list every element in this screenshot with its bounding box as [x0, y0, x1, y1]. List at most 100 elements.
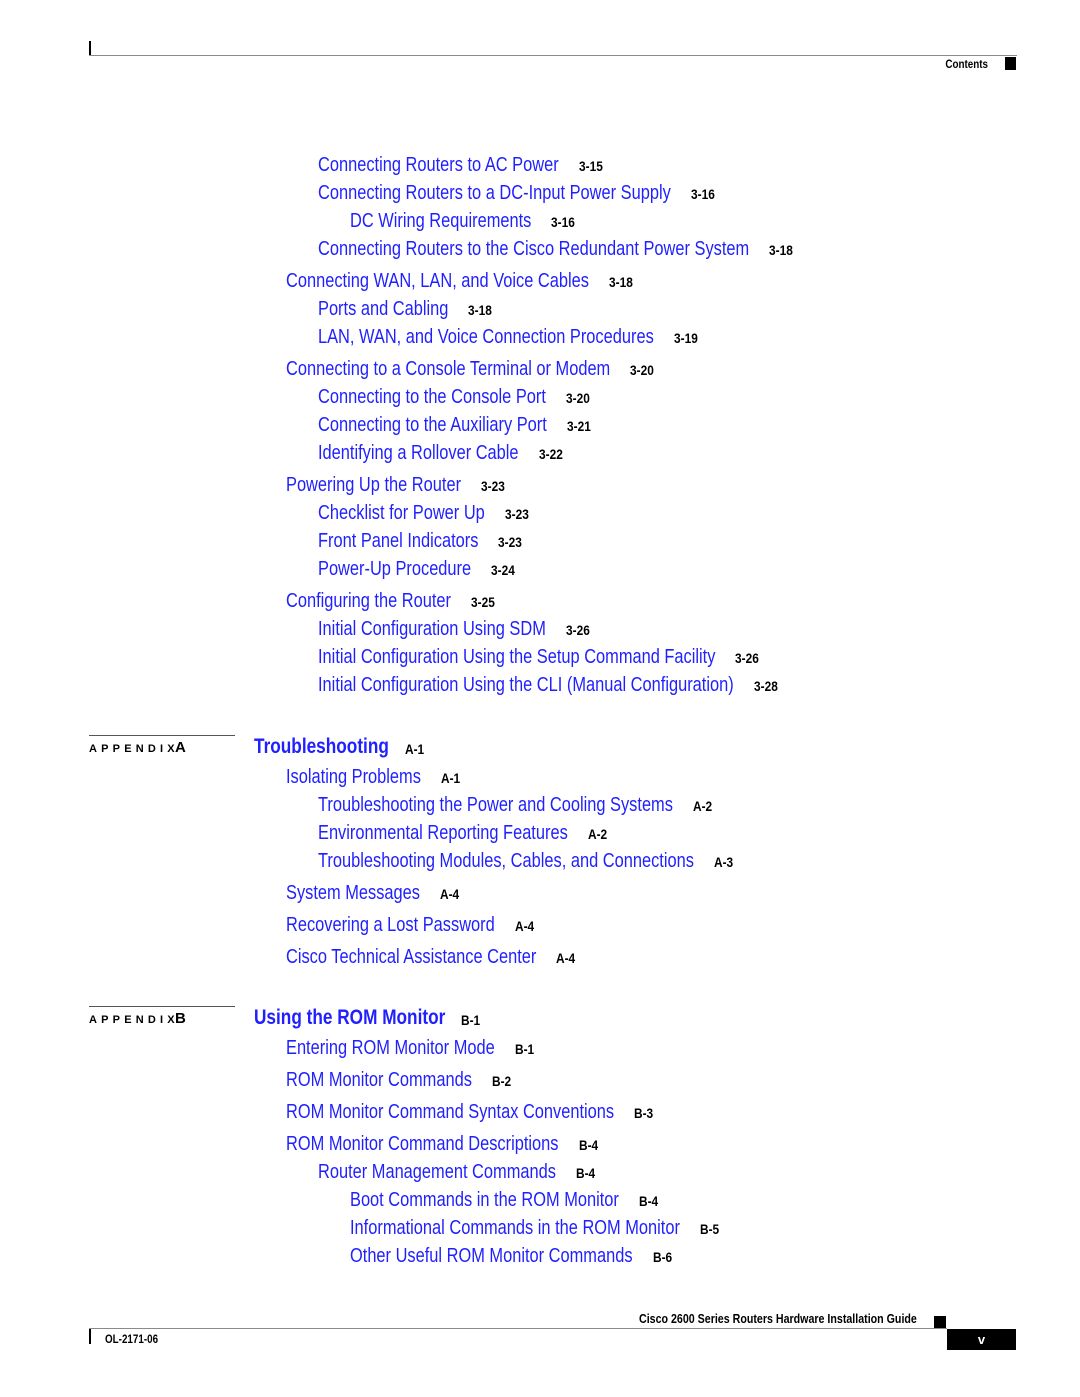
appendix-a-label: APPENDIX	[89, 743, 179, 755]
toc-entry-title-link[interactable]: ROM Monitor Command Descriptions	[286, 1134, 559, 1154]
toc-entry-page-number: A-4	[440, 886, 460, 902]
toc-entry[interactable]: Initial Configuration Using SDM 3-26	[318, 619, 596, 639]
toc-entry-title-link[interactable]: Entering ROM Monitor Mode	[286, 1038, 495, 1058]
toc-entry-title-link[interactable]: ROM Monitor Command Syntax Conventions	[286, 1102, 614, 1122]
toc-entry-title-link[interactable]: Connecting Routers to the Cisco Redundan…	[318, 239, 749, 259]
toc-entry[interactable]: ROM Monitor Commands B-2	[286, 1070, 513, 1090]
toc-entry-page-number: A-1	[441, 770, 461, 786]
toc-entry[interactable]: Front Panel Indicators 3-23	[318, 531, 522, 551]
toc-entry-title-link[interactable]: Recovering a Lost Password	[286, 915, 495, 935]
toc-entry[interactable]: Ports and Cabling 3-18	[318, 299, 492, 319]
toc-entry[interactable]: Cisco Technical Assistance Center A-4	[286, 947, 591, 967]
toc-entry-title-link[interactable]: Powering Up the Router	[286, 475, 461, 495]
toc-entry[interactable]: Other Useful ROM Monitor Commands B-6	[350, 1246, 695, 1266]
appendix-a-title-link[interactable]: Troubleshooting	[254, 735, 389, 759]
toc-entry-page-number: B-3	[634, 1105, 654, 1121]
toc-entry-page-number: B-2	[492, 1073, 512, 1089]
toc-entry-page-number: B-1	[515, 1041, 535, 1057]
toc-entry-title-link[interactable]: LAN, WAN, and Voice Connection Procedure…	[318, 327, 654, 347]
toc-entry-page-number: 3-16	[551, 214, 575, 230]
toc-entry[interactable]: Power-Up Procedure 3-24	[318, 559, 515, 579]
toc-entry-title-link[interactable]: Ports and Cabling	[318, 299, 448, 319]
toc-entry-page-number: A-3	[714, 854, 734, 870]
appendix-a-letter: A	[175, 739, 186, 756]
toc-entry-page-number: 3-23	[498, 534, 522, 550]
toc-entry[interactable]: Connecting to the Console Port 3-20	[318, 387, 596, 407]
toc-entry-title-link[interactable]: ROM Monitor Commands	[286, 1070, 472, 1090]
toc-entry-title-link[interactable]: Initial Configuration Using the CLI (Man…	[318, 675, 734, 695]
header-section-label: Contents	[945, 57, 988, 71]
toc-entry-page-number: B-4	[579, 1137, 599, 1153]
toc-entry-page-number: 3-23	[481, 478, 505, 494]
toc-entry-title-link[interactable]: Connecting WAN, LAN, and Voice Cables	[286, 271, 589, 291]
toc-entry-page-number: 3-18	[769, 242, 793, 258]
toc-entry-title-link[interactable]: Initial Configuration Using SDM	[318, 619, 546, 639]
toc-entry-title-link[interactable]: Connecting to a Console Terminal or Mode…	[286, 359, 610, 379]
toc-entry-title-link[interactable]: Isolating Problems	[286, 767, 421, 787]
toc-entry-page-number: 3-23	[505, 506, 529, 522]
toc-entry[interactable]: Connecting Routers to the Cisco Redundan…	[318, 239, 844, 259]
toc-entry[interactable]: LAN, WAN, and Voice Connection Procedure…	[318, 327, 727, 347]
toc-entry[interactable]: Troubleshooting Modules, Cables, and Con…	[318, 851, 776, 871]
toc-entry[interactable]: Configuring the Router 3-25	[286, 591, 495, 611]
toc-entry[interactable]: Connecting Routers to AC Power 3-15	[318, 155, 612, 175]
appendix-b-title-link[interactable]: Using the ROM Monitor	[254, 1006, 445, 1030]
toc-entry-title-link[interactable]: System Messages	[286, 883, 420, 903]
toc-entry-title-link[interactable]: Environmental Reporting Features	[318, 823, 568, 843]
toc-entry[interactable]: Connecting to a Console Terminal or Mode…	[286, 359, 681, 379]
footer-tick-mark	[89, 1329, 91, 1344]
toc-entry-title-link[interactable]: Checklist for Power Up	[318, 503, 485, 523]
toc-entry[interactable]: ROM Monitor Command Syntax Conventions B-…	[286, 1102, 686, 1122]
toc-entry[interactable]: Checklist for Power Up 3-23	[318, 503, 529, 523]
toc-entry[interactable]: Entering ROM Monitor Mode B-1	[286, 1038, 541, 1058]
toc-entry-title-link[interactable]: Connecting Routers to a DC-Input Power S…	[318, 183, 671, 203]
toc-entry-title-link[interactable]: Connecting to the Auxiliary Port	[318, 415, 547, 435]
toc-entry-title-link[interactable]: Initial Configuration Using the Setup Co…	[318, 647, 715, 667]
toc-entry-title-link[interactable]: DC Wiring Requirements	[350, 211, 531, 231]
toc-entry-page-number: A-2	[693, 798, 713, 814]
toc-entry[interactable]: Environmental Reporting Features A-2	[318, 823, 623, 843]
toc-entry-page-number: 3-18	[468, 302, 492, 318]
toc-entry-page-number: 3-20	[630, 362, 654, 378]
appendix-b-label: APPENDIX	[89, 1014, 179, 1026]
toc-entry[interactable]: Boot Commands in the ROM Monitor B-4	[350, 1190, 678, 1210]
toc-entry-title-link[interactable]: Router Management Commands	[318, 1162, 556, 1182]
toc-entry[interactable]: Informational Commands in the ROM Monito…	[350, 1218, 752, 1238]
toc-entry-title-link[interactable]: Configuring the Router	[286, 591, 451, 611]
toc-entry-page-number: 3-16	[691, 186, 715, 202]
toc-entry-title-link[interactable]: Connecting Routers to AC Power	[318, 155, 559, 175]
toc-entry[interactable]: Isolating Problems A-1	[286, 767, 460, 787]
toc-entry[interactable]: Initial Configuration Using the Setup Co…	[318, 647, 803, 667]
toc-entry-title-link[interactable]: Boot Commands in the ROM Monitor	[350, 1190, 619, 1210]
toc-entry-title-link[interactable]: Informational Commands in the ROM Monito…	[350, 1218, 680, 1238]
toc-entry[interactable]: Identifying a Rollover Cable 3-22	[318, 443, 563, 463]
toc-entry[interactable]: Initial Configuration Using the CLI (Man…	[318, 675, 825, 695]
toc-entry[interactable]: Powering Up the Router 3-23	[286, 475, 505, 495]
toc-entry-page-number: A-4	[515, 918, 535, 934]
toc-entry[interactable]: Recovering a Lost Password A-4	[286, 915, 541, 935]
toc-entry-title-link[interactable]: Power-Up Procedure	[318, 559, 471, 579]
header-rule	[89, 55, 1017, 56]
toc-entry-title-link[interactable]: Cisco Technical Assistance Center	[286, 947, 536, 967]
toc-entry[interactable]: DC Wiring Requirements 3-16	[350, 211, 575, 231]
toc-entry-title-link[interactable]: Other Useful ROM Monitor Commands	[350, 1246, 633, 1266]
toc-entry[interactable]: Router Management Commands B-4	[318, 1162, 608, 1182]
footer-guide-title: Cisco 2600 Series Routers Hardware Insta…	[639, 1311, 917, 1326]
toc-entry-title-link[interactable]: Identifying a Rollover Cable	[318, 443, 519, 463]
toc-entry[interactable]: System Messages A-4	[286, 883, 459, 903]
toc-entry-title-link[interactable]: Troubleshooting Modules, Cables, and Con…	[318, 851, 694, 871]
appendix-b-rule	[89, 1006, 235, 1007]
toc-entry[interactable]: Connecting WAN, LAN, and Voice Cables 3-1…	[286, 271, 655, 291]
toc-entry-title-link[interactable]: Connecting to the Console Port	[318, 387, 546, 407]
toc-entry[interactable]: ROM Monitor Command Descriptions B-4	[286, 1134, 618, 1154]
toc-entry-page-number: 3-24	[491, 562, 515, 578]
toc-entry-page-number: B-6	[653, 1249, 673, 1265]
toc-entry-title-link[interactable]: Front Panel Indicators	[318, 531, 478, 551]
toc-entry-page-number: 3-26	[735, 650, 759, 666]
footer-page-number: v	[947, 1329, 1016, 1350]
toc-entry[interactable]: Connecting Routers to a DC-Input Power S…	[318, 183, 748, 203]
toc-entry[interactable]: Connecting to the Auxiliary Port 3-21	[318, 415, 597, 435]
toc-entry-page-number: B-4	[576, 1165, 596, 1181]
toc-entry-title-link[interactable]: Troubleshooting the Power and Cooling Sy…	[318, 795, 673, 815]
toc-entry[interactable]: Troubleshooting the Power and Cooling Sy…	[318, 795, 751, 815]
